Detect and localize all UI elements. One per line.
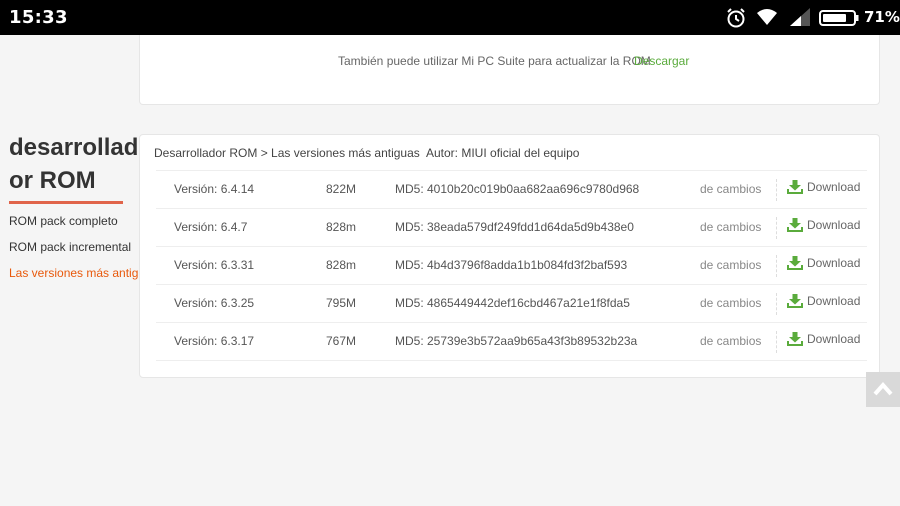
versions-table: Versión: 6.4.14 822M MD5: 4010b20c019b0a… [156,170,867,361]
changelog-link[interactable]: de cambios [700,220,761,234]
table-row: Versión: 6.4.14 822M MD5: 4010b20c019b0a… [156,171,867,209]
download-icon [787,180,803,194]
download-icon [787,256,803,270]
changelog-link[interactable]: de cambios [700,182,761,196]
file-size: 767M [326,334,357,348]
version-label: Versión: 6.4.7 [174,220,248,234]
divider [776,179,777,201]
version-label: Versión: 6.4.14 [174,182,255,196]
table-row: Versión: 6.3.31 828m MD5: 4b4d3796f8adda… [156,247,867,285]
divider [776,293,777,315]
download-button[interactable]: Download [787,294,860,308]
descargar-link[interactable]: Descargar [634,54,689,68]
version-label: Versión: 6.3.25 [174,296,255,310]
sidebar-item-full-rom[interactable]: ROM pack completo [9,215,146,241]
table-row: Versión: 6.3.25 795M MD5: 4865449442def1… [156,285,867,323]
download-button[interactable]: Download [787,332,860,346]
download-icon [787,294,803,308]
md5-hash: MD5: 4b4d3796f8adda1b1b084fd3f2baf593 [395,258,628,272]
file-size: 822M [326,182,357,196]
download-icon [787,332,803,346]
changelog-link[interactable]: de cambios [700,258,761,272]
sidebar-nav: ROM pack completo ROM pack incremental L… [9,215,146,293]
table-row: Versión: 6.4.7 828m MD5: 38eada579df249f… [156,209,867,247]
signal-icon [789,7,811,32]
divider [776,255,777,277]
file-size: 828m [326,258,357,272]
download-button[interactable]: Download [787,218,860,232]
alarm-icon [725,7,747,34]
divider [776,217,777,239]
version-label: Versión: 6.3.17 [174,334,255,348]
status-bar: 15:33 71% [0,0,900,35]
breadcrumb: Desarrollador ROM > Las versiones más an… [154,146,420,160]
sidebar-item-older-versions[interactable]: Las versiones más antiguas [9,267,146,293]
md5-hash: MD5: 4865449442def16cbd467a21e1f8fda5 [395,296,630,310]
changelog-link[interactable]: de cambios [700,296,761,310]
wifi-icon [756,7,778,32]
file-size: 828m [326,220,357,234]
clock: 15:33 [9,7,68,28]
table-row: Versión: 6.3.17 767M MD5: 25739e3b572aa9… [156,323,867,361]
download-label: Download [807,180,861,194]
sidebar-item-incremental-rom[interactable]: ROM pack incremental [9,241,146,267]
version-label: Versión: 6.3.31 [174,258,255,272]
divider [776,331,777,353]
download-icon [787,218,803,232]
chevron-up-icon [873,381,893,396]
changelog-link[interactable]: de cambios [700,334,761,348]
author-label: Autor: MIUI oficial del equipo [426,146,580,160]
md5-hash: MD5: 4010b20c019b0aa682aa696c9780d968 [395,182,640,196]
download-label: Download [807,332,861,346]
battery-percent: 71% [864,8,900,26]
battery-icon [819,10,859,31]
download-label: Download [807,294,861,308]
md5-hash: MD5: 25739e3b572aa9b65a43f3b89532b23a [395,334,638,348]
download-label: Download [807,256,861,270]
sidebar-title: desarrollador ROM [9,134,139,194]
back-to-top-button[interactable] [866,372,900,407]
download-button[interactable]: Download [787,180,860,194]
pc-suite-note: También puede utilizar Mi PC Suite para … [338,54,651,68]
title-underline [9,201,123,204]
file-size: 795M [326,296,357,310]
older-versions-card: Desarrollador ROM > Las versiones más an… [139,134,880,378]
pc-suite-card: También puede utilizar Mi PC Suite para … [139,35,880,105]
md5-hash: MD5: 38eada579df249fdd1d64da5d9b438e0 [395,220,634,234]
download-button[interactable]: Download [787,256,860,270]
download-label: Download [807,218,861,232]
